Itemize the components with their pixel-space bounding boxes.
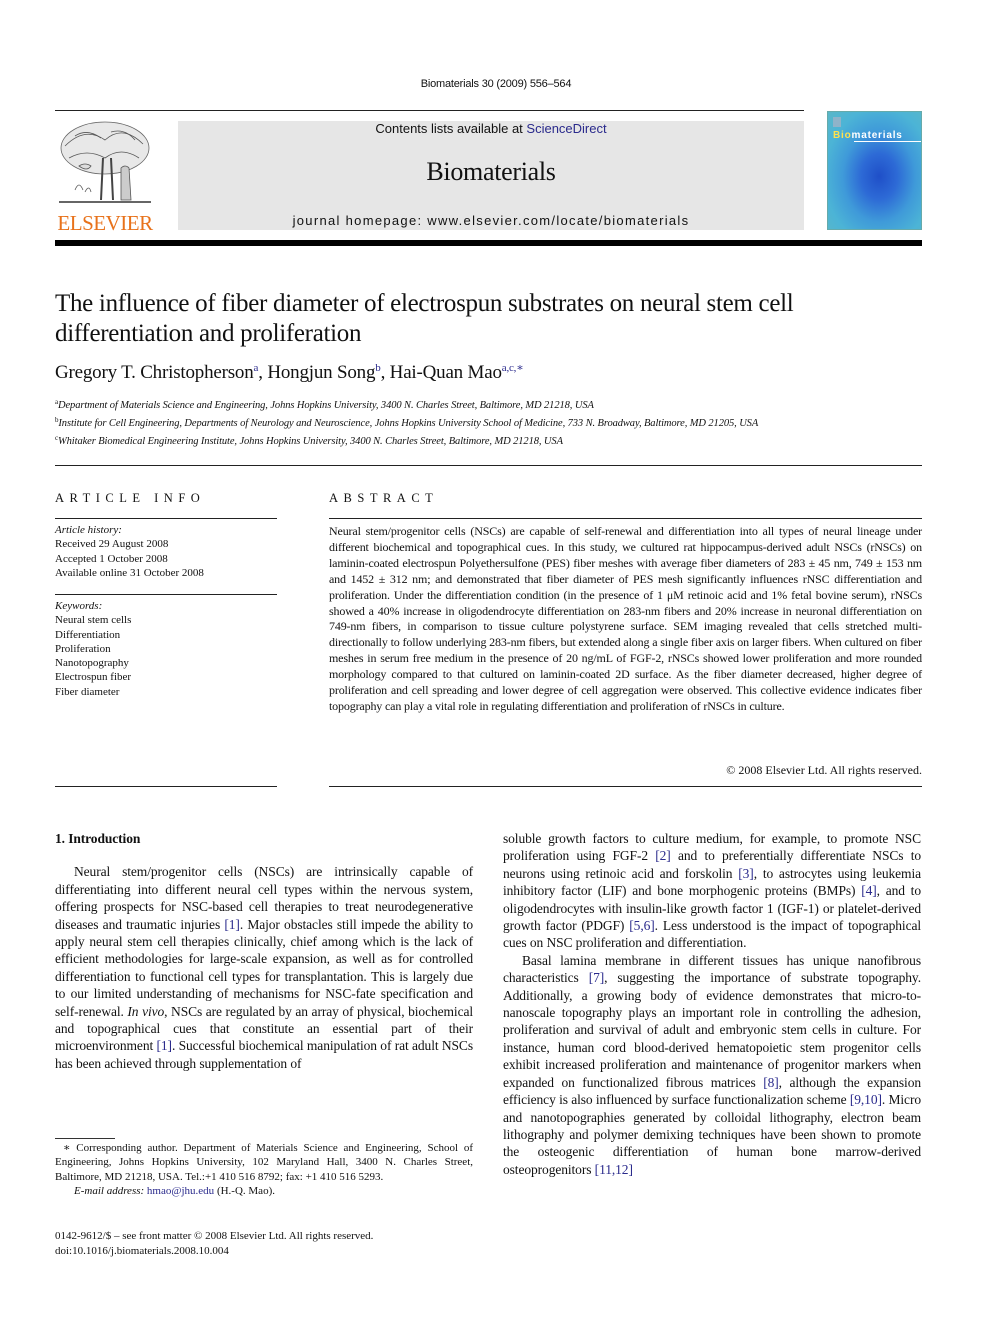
- citation-link[interactable]: [9,10]: [850, 1092, 882, 1107]
- article-title: The influence of fiber diameter of elect…: [55, 290, 794, 347]
- front-matter: 0142-9612/$ – see front matter © 2008 El…: [55, 1229, 473, 1258]
- body-paragraph: soluble growth factors to culture medium…: [503, 831, 921, 951]
- citation-link[interactable]: [8]: [763, 1075, 779, 1090]
- divider: [329, 786, 922, 787]
- affiliation-text: Department of Materials Science and Engi…: [58, 400, 594, 411]
- divider: [329, 518, 922, 519]
- journal-cover-thumbnail: Biomaterials: [827, 111, 922, 230]
- author-list: Gregory T. Christophersona, Hongjun Song…: [55, 362, 524, 383]
- divider: [55, 518, 277, 519]
- body-paragraph: Basal lamina membrane in different tissu…: [503, 952, 922, 1177]
- body-column-right: soluble growth factors to culture medium…: [503, 830, 921, 1178]
- footnote-rule: [55, 1138, 115, 1139]
- journal-name: Biomaterials: [426, 157, 556, 186]
- author-name[interactable]: Gregory T. Christopherson: [55, 362, 254, 383]
- keyword: Neural stem cells: [55, 614, 132, 627]
- keywords-label: Keywords:: [55, 600, 103, 612]
- email-line: E-mail address: hmao@jhu.edu (H.-Q. Mao)…: [55, 1184, 473, 1198]
- cover-title-rest: materials: [851, 130, 903, 141]
- corresponding-author-text: ∗ Corresponding author. Department of Ma…: [55, 1142, 473, 1183]
- affiliation-rule: [55, 465, 922, 466]
- italic-text: In vivo: [127, 1003, 165, 1019]
- citation-link[interactable]: [7]: [589, 970, 605, 985]
- history-item: Accepted 1 October 2008: [55, 552, 168, 565]
- citation-link[interactable]: [1]: [156, 1038, 172, 1053]
- section-heading-introduction: 1. Introduction: [55, 831, 141, 846]
- abstract-copyright: © 2008 Elsevier Ltd. All rights reserved…: [726, 763, 922, 777]
- article-info-label: ARTICLE INFO: [55, 491, 206, 505]
- top-rule: [55, 110, 804, 111]
- abstract-text: Neural stem/progenitor cells (NSCs) are …: [329, 524, 922, 713]
- sciencedirect-link[interactable]: ScienceDirect: [526, 121, 606, 136]
- email-suffix: (H.-Q. Mao).: [214, 1185, 275, 1198]
- citation-link[interactable]: [4]: [861, 883, 877, 898]
- cover-title: Biomaterials: [833, 130, 903, 141]
- citation-link[interactable]: [5,6]: [629, 918, 654, 933]
- email-label: E-mail address:: [74, 1185, 145, 1198]
- citation-link[interactable]: [1]: [224, 917, 240, 932]
- body-column-left: 1. Introduction Neural stem/progenitor c…: [55, 830, 473, 1072]
- body-paragraph: Neural stem/progenitor cells (NSCs) are …: [55, 864, 474, 1071]
- citation-link[interactable]: [2]: [655, 848, 671, 863]
- author-affiliation-marker[interactable]: a: [254, 362, 259, 374]
- author-name[interactable]: Hongjun Song: [267, 362, 375, 383]
- history-label: Article history:: [55, 524, 122, 536]
- keywords: Keywords: Neural stem cells Differentiat…: [55, 599, 277, 699]
- publisher-wordmark: ELSEVIER: [57, 211, 153, 235]
- journal-homepage-link[interactable]: journal homepage: www.elsevier.com/locat…: [178, 213, 804, 228]
- keyword: Fiber diameter: [55, 685, 120, 698]
- cover-publisher-icon: [833, 117, 841, 127]
- citation-link[interactable]: [11,12]: [595, 1162, 633, 1177]
- header-thick-rule: [55, 240, 922, 246]
- author-name[interactable]: Hai-Quan Mao: [390, 362, 502, 383]
- corresponding-author-footnote: ∗ Corresponding author. Department of Ma…: [55, 1141, 473, 1199]
- affiliation-text: Whitaker Biomedical Engineering Institut…: [58, 436, 563, 447]
- divider: [55, 786, 277, 787]
- keyword: Nanotopography: [55, 657, 129, 670]
- history-item: Received 29 August 2008: [55, 538, 169, 551]
- author-affiliation-marker[interactable]: a,c,∗: [502, 362, 524, 374]
- author-affiliation-marker[interactable]: b: [375, 362, 381, 374]
- contents-line: Contents lists available at ScienceDirec…: [178, 121, 804, 136]
- divider: [55, 594, 277, 595]
- affiliations: aDepartment of Materials Science and Eng…: [55, 395, 815, 449]
- cover-title-accent: Bio: [833, 130, 852, 141]
- abstract-label: ABSTRACT: [329, 491, 439, 505]
- cover-rule: [854, 141, 921, 142]
- doi-link[interactable]: doi:10.1016/j.biomaterials.2008.10.004: [55, 1244, 473, 1259]
- article-history: Article history: Received 29 August 2008…: [55, 523, 277, 580]
- citation-link[interactable]: [3]: [738, 866, 754, 881]
- affiliation-text: Institute for Cell Engineering, Departme…: [58, 418, 759, 429]
- running-head: Biomaterials 30 (2009) 556–564: [420, 78, 572, 90]
- affiliation: cWhitaker Biomedical Engineering Institu…: [55, 431, 815, 449]
- contents-prefix: Contents lists available at: [375, 121, 527, 136]
- affiliation: bInstitute for Cell Engineering, Departm…: [55, 413, 815, 431]
- history-item: Available online 31 October 2008: [55, 566, 204, 579]
- issn-line: 0142-9612/$ – see front matter © 2008 El…: [55, 1230, 374, 1242]
- keyword: Differentiation: [55, 628, 121, 641]
- affiliation: aDepartment of Materials Science and Eng…: [55, 395, 815, 413]
- journal-masthead: Contents lists available at ScienceDirec…: [178, 121, 804, 230]
- keyword: Electrospun fiber: [55, 671, 132, 684]
- keyword: Proliferation: [55, 642, 111, 655]
- email-link[interactable]: hmao@jhu.edu: [147, 1185, 214, 1197]
